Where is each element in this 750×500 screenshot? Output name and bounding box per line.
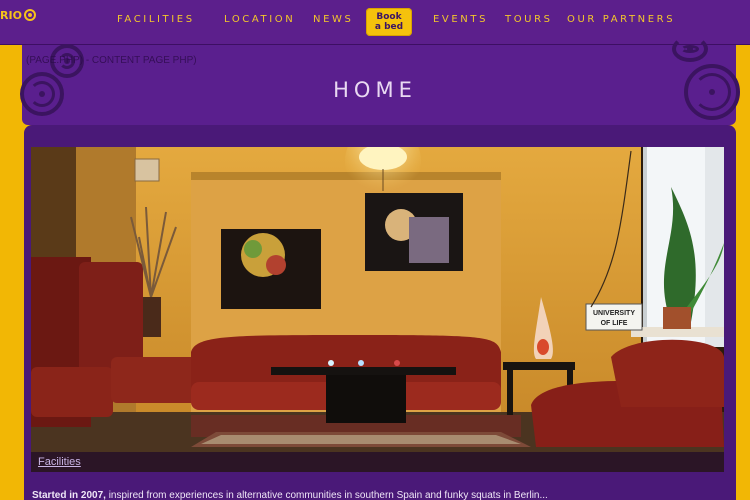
logo-text: RIO <box>0 8 22 22</box>
intro-lead: Started in 2007, <box>32 490 106 500</box>
nav-item-location[interactable]: LOCATION <box>224 14 295 28</box>
sign-line2: OF LIFE <box>601 320 628 327</box>
sign-line1: UNIVERSITY <box>593 310 635 317</box>
swirl-decoration-icon <box>672 36 708 62</box>
lounge-photo: UNIVERSITY OF LIFE <box>31 147 724 472</box>
nav-item-facilities[interactable]: FACILITIES <box>117 14 195 28</box>
nav-item-news[interactable]: NEWS <box>313 14 353 28</box>
nav-item-our-partners[interactable]: OUR PARTNERS <box>567 14 675 28</box>
site-logo[interactable]: RIO <box>0 5 36 25</box>
top-navigation: RIO FACILITIES LOCATION NEWS Book a bed … <box>0 0 750 45</box>
book-a-bed-button[interactable]: Book a bed <box>366 8 412 36</box>
nav-item-tours[interactable]: TOURS <box>505 14 553 28</box>
photo-caption-link[interactable]: Facilities <box>38 456 81 468</box>
intro-rest: inspired from experiences in alternative… <box>105 490 548 500</box>
template-debug-note: (PAGE.PHP) - CONTENT PAGE PHP) <box>26 55 197 66</box>
book-button-line2: a bed <box>374 22 404 32</box>
lounge-photo-illustration: UNIVERSITY OF LIFE <box>31 147 724 472</box>
swirl-icon <box>23 9 36 21</box>
nav-item-events[interactable]: EVENTS <box>433 14 488 28</box>
book-button-line1: Book <box>376 12 402 22</box>
intro-paragraph: Started in 2007, inspired from experienc… <box>32 490 722 500</box>
page-title: HOME <box>333 78 417 102</box>
photo-caption-bar <box>31 452 724 472</box>
